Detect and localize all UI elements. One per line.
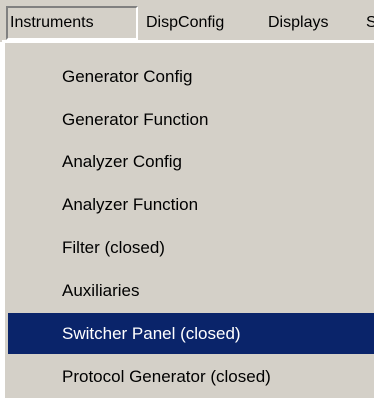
menu-next-partial[interactable]: S bbox=[366, 6, 374, 40]
menu-dispconfig[interactable]: DispConfig bbox=[146, 6, 224, 40]
menu-item-filter[interactable]: Filter (closed) bbox=[8, 229, 374, 267]
menu-item-analyzer-config[interactable]: Analyzer Config bbox=[8, 143, 374, 181]
menu-item-switcher-panel[interactable]: Switcher Panel (closed) bbox=[8, 313, 374, 354]
instruments-dropdown-menu: Generator Config Generator Function Anal… bbox=[2, 40, 374, 398]
menu-item-protocol-generator[interactable]: Protocol Generator (closed) bbox=[8, 358, 374, 396]
menu-item-generator-function[interactable]: Generator Function bbox=[8, 101, 374, 139]
menu-item-analyzer-function[interactable]: Analyzer Function bbox=[8, 186, 374, 224]
menu-instruments[interactable]: Instruments bbox=[6, 6, 138, 40]
menu-item-generator-config[interactable]: Generator Config bbox=[8, 58, 374, 96]
menu-bar: Instruments DispConfig Displays S bbox=[0, 0, 374, 42]
menu-item-auxiliaries[interactable]: Auxiliaries bbox=[8, 272, 374, 310]
menu-displays[interactable]: Displays bbox=[268, 6, 328, 40]
